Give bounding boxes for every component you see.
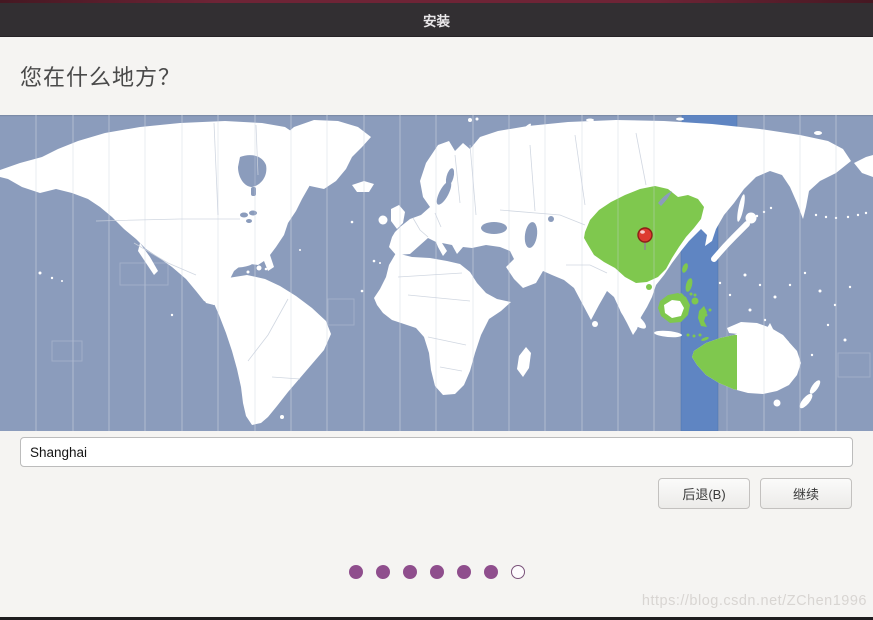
action-buttons: 后退(B) 继续 — [658, 478, 852, 509]
progress-dot-empty — [510, 565, 525, 579]
progress-dot-filled — [375, 565, 390, 579]
progress-dot-filled — [429, 565, 444, 579]
window-title: 安装 — [423, 13, 450, 29]
continue-button[interactable]: 继续 — [760, 478, 852, 509]
timezone-map[interactable] — [0, 115, 873, 431]
progress-dot-filled — [402, 565, 417, 579]
progress-dot-filled — [348, 565, 363, 579]
location-input[interactable] — [20, 437, 853, 467]
watermark: https://blog.csdn.net/ZChen1996 — [641, 593, 867, 609]
progress-dots — [0, 565, 873, 579]
progress-dot-filled — [456, 565, 471, 579]
back-button[interactable]: 后退(B) — [658, 478, 750, 509]
page-title: 您在什么地方？ — [20, 65, 182, 90]
installer-window: 安装 您在什么地方？ Shanghai 后退(B) 继续 https://blo… — [0, 0, 873, 620]
progress-dot-filled — [483, 565, 498, 579]
titlebar[interactable]: 安装 — [0, 3, 873, 37]
